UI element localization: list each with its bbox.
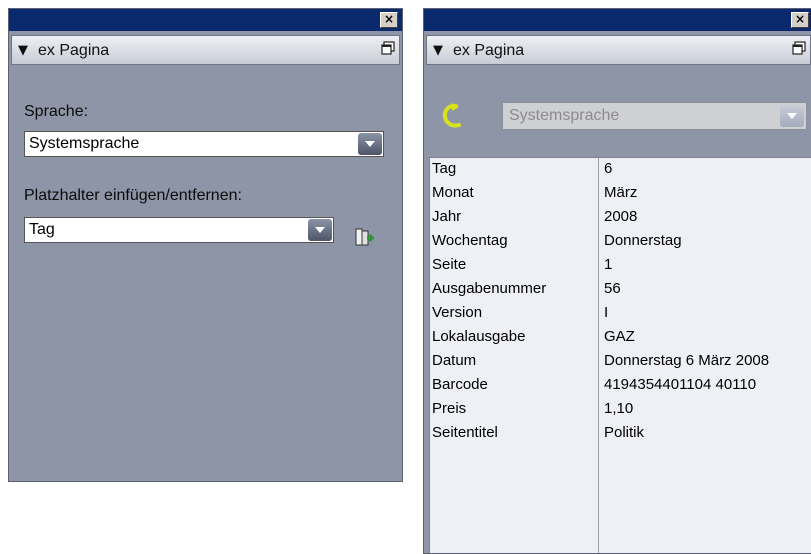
row-value: 6 (604, 160, 613, 177)
row-key: Jahr (432, 208, 462, 225)
table-row[interactable]: Seitentitel Politik (430, 422, 811, 446)
language-select-value: Systemsprache (29, 135, 140, 152)
row-value: I (604, 304, 609, 321)
row-value: 56 (604, 280, 621, 297)
panel-header[interactable]: ▼ ex Pagina (426, 35, 811, 65)
row-key: Seitentitel (432, 424, 498, 441)
dropdown-arrow-icon[interactable] (358, 133, 382, 155)
row-key: Preis (432, 400, 467, 417)
row-key: Barcode (432, 376, 488, 393)
table-row[interactable]: Tag 6 (430, 158, 811, 182)
table-row[interactable]: Seite 1 (430, 254, 811, 278)
row-key: Datum (432, 352, 477, 369)
collapse-triangle-icon[interactable]: ▼ (433, 43, 443, 58)
row-value: GAZ (604, 328, 635, 345)
table-row[interactable]: Version I (430, 302, 811, 326)
close-button[interactable]: × (380, 12, 398, 28)
right-panel-titlebar[interactable]: × (424, 9, 811, 31)
language-select-value: Systemsprache (509, 107, 620, 124)
float-panel-icon[interactable] (792, 41, 806, 56)
row-value: Donnerstag (604, 232, 682, 249)
row-key: Ausgabenummer (432, 280, 547, 297)
row-value: 1 (604, 256, 613, 273)
row-key: Wochentag (432, 232, 508, 249)
table-row[interactable]: Jahr 2008 (430, 206, 811, 230)
table-row[interactable]: Preis 1,10 (430, 398, 811, 422)
placeholder-table: Tag 6 Monat März Jahr 2008 Wochentag Donnerstag… (429, 157, 811, 553)
row-key: Monat (432, 184, 474, 201)
right-panel: × ▼ ex Pagina Systemsprache Tag 6 Monat Mär… (423, 8, 811, 554)
table-row[interactable]: Monat März (430, 182, 811, 206)
panel-title: ex Pagina (453, 42, 525, 59)
language-select[interactable]: Systemsprache (502, 102, 807, 130)
placeholder-select[interactable]: Tag (24, 217, 334, 243)
dropdown-arrow-icon[interactable] (308, 219, 332, 241)
language-select[interactable]: Systemsprache (24, 131, 384, 157)
row-key: Seite (432, 256, 467, 273)
row-value: März (604, 184, 638, 201)
table-row[interactable]: Datum Donnerstag 6 März 2008 (430, 350, 811, 374)
float-panel-icon[interactable] (381, 41, 395, 56)
panel-title: ex Pagina (38, 42, 110, 59)
table-row[interactable]: Barcode 4194354401104 40110 (430, 374, 811, 398)
row-value: 2008 (604, 208, 638, 225)
left-panel-titlebar[interactable]: × (9, 9, 402, 31)
table-row[interactable]: Wochentag Donnerstag (430, 230, 811, 254)
row-key: Tag (432, 160, 457, 177)
language-label: Sprache: (24, 103, 89, 120)
table-row[interactable]: Lokalausgabe GAZ (430, 326, 811, 350)
row-key: Lokalausgabe (432, 328, 526, 345)
row-key: Version (432, 304, 483, 321)
left-panel: × ▼ ex Pagina Sprache: Systemsprache Pla… (8, 8, 403, 482)
placeholder-label: Platzhalter einfügen/entfernen: (24, 187, 242, 204)
dropdown-arrow-icon[interactable] (780, 105, 804, 127)
row-value: 1,10 (604, 400, 634, 417)
panel-header[interactable]: ▼ ex Pagina (11, 35, 400, 65)
refresh-icon[interactable] (438, 101, 466, 131)
row-value: 4194354401104 40110 (604, 376, 757, 393)
row-value: Donnerstag 6 März 2008 (604, 352, 770, 369)
insert-placeholder-icon[interactable] (354, 227, 376, 249)
close-button[interactable]: × (791, 12, 809, 28)
placeholder-select-value: Tag (29, 221, 55, 238)
collapse-triangle-icon[interactable]: ▼ (18, 43, 28, 58)
row-value: Politik (604, 424, 645, 441)
table-row[interactable]: Ausgabenummer 56 (430, 278, 811, 302)
